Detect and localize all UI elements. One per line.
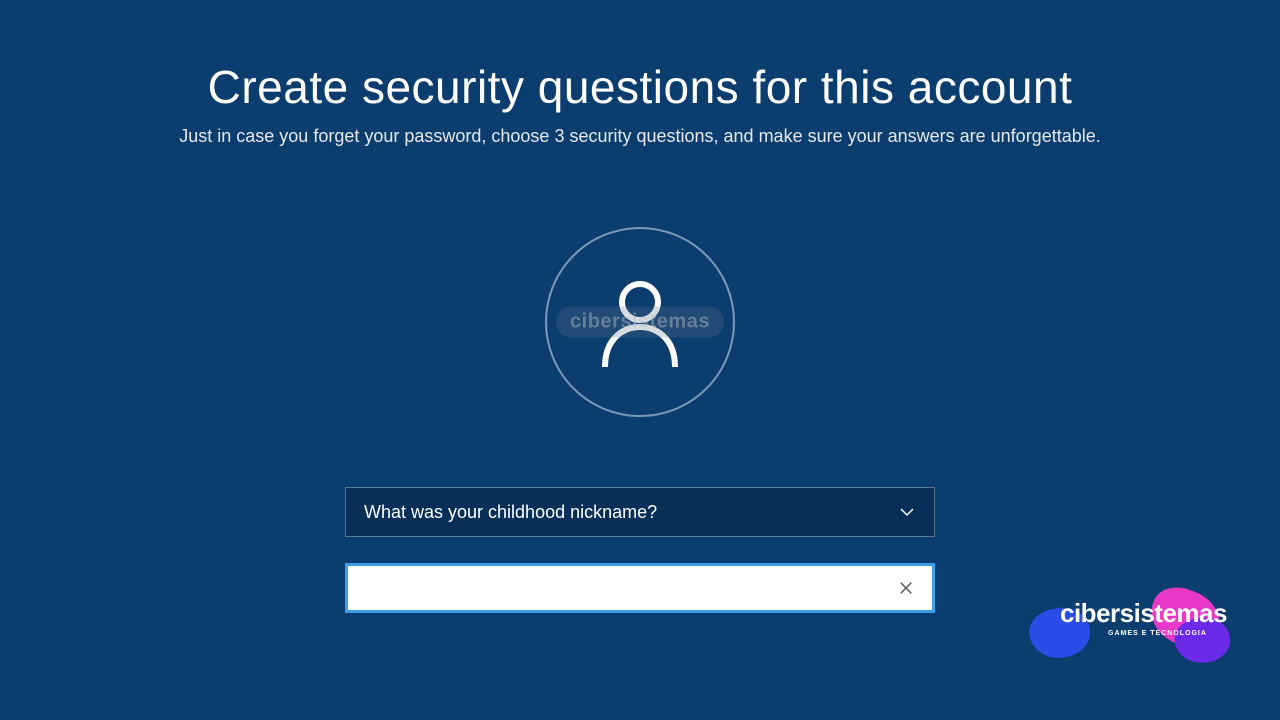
security-question-form: What was your childhood nickname? bbox=[345, 487, 935, 613]
chevron-down-icon bbox=[898, 503, 916, 521]
security-answer-input[interactable] bbox=[364, 578, 892, 599]
brand-watermark-subtext: GAMES E TECNOLOGIA bbox=[1108, 630, 1207, 637]
page-title: Create security questions for this accou… bbox=[0, 60, 1280, 114]
clear-input-button[interactable] bbox=[892, 574, 920, 602]
close-icon bbox=[897, 579, 915, 597]
watermark-center: cibersistemas bbox=[556, 307, 724, 338]
page-subtitle: Just in case you forget your password, c… bbox=[0, 126, 1280, 147]
security-question-select[interactable]: What was your childhood nickname? bbox=[345, 487, 935, 537]
brand-watermark-text: cibersistemas bbox=[1060, 598, 1227, 629]
brand-watermark-logo: cibersistemas GAMES E TECNOLOGIA bbox=[1030, 590, 1240, 660]
security-answer-field-wrap bbox=[345, 563, 935, 613]
security-question-selected-label: What was your childhood nickname? bbox=[364, 502, 657, 523]
user-avatar-placeholder: cibersistemas bbox=[545, 227, 735, 417]
